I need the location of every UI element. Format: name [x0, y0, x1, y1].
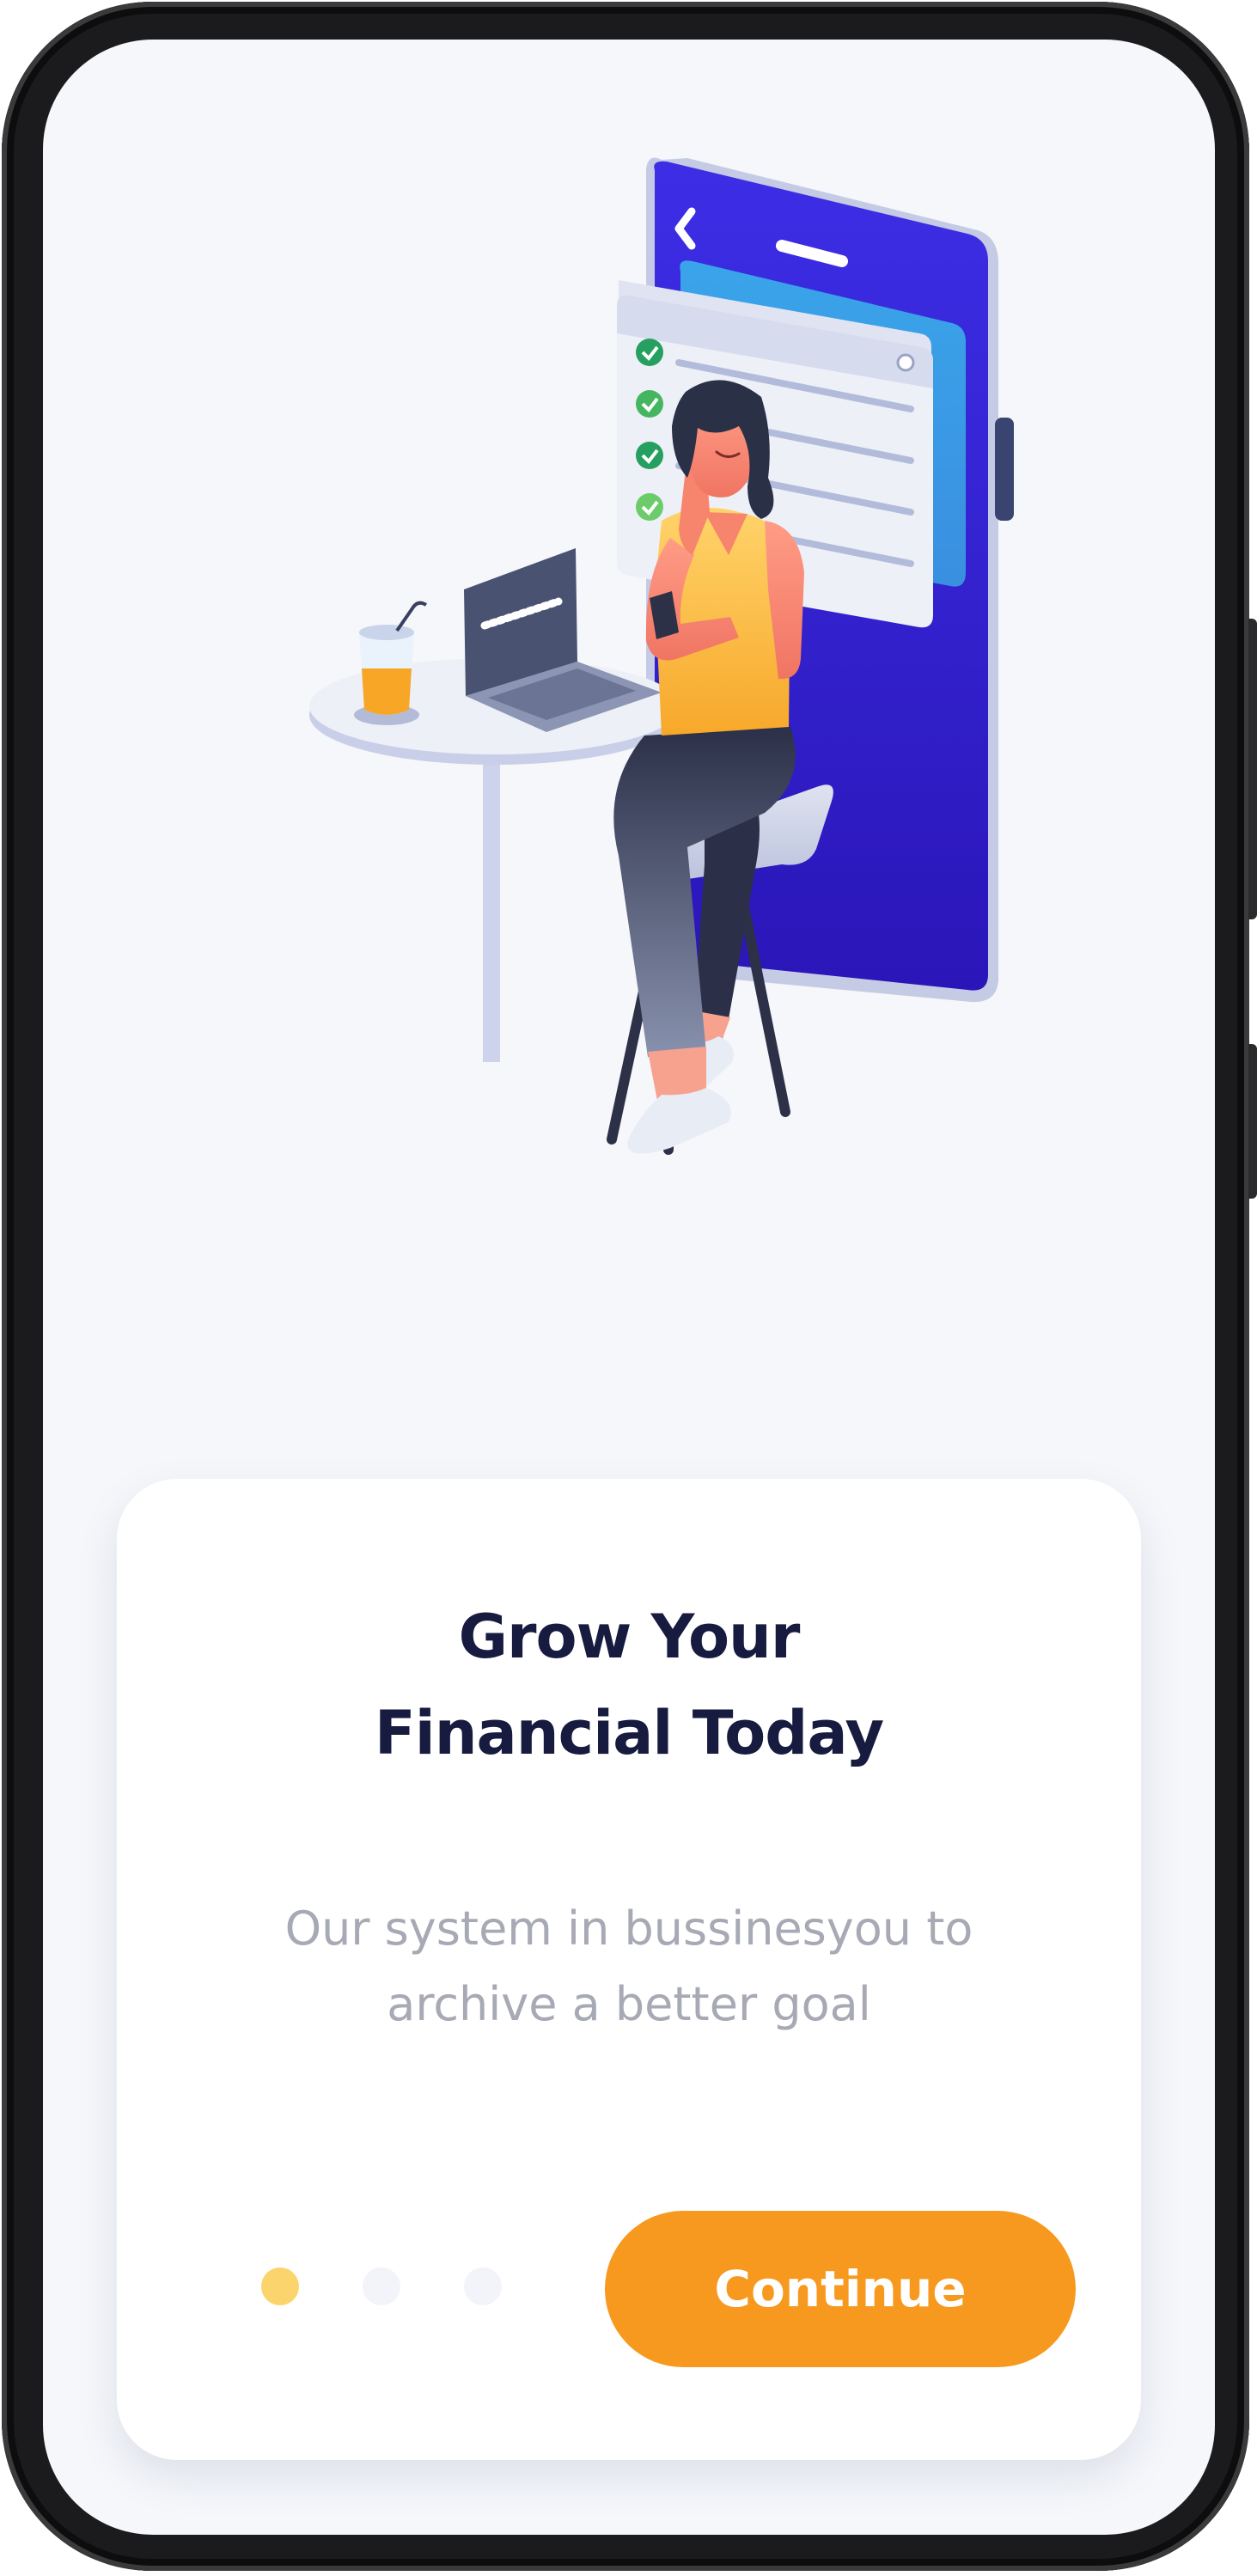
onboarding-screen: Grow Your Financial Today Our system in … — [43, 40, 1215, 2535]
onboarding-description-line: archive a better goal — [387, 1977, 871, 2031]
volume-button — [1248, 619, 1257, 919]
onboarding-card: Grow Your Financial Today Our system in … — [117, 1479, 1141, 2460]
onboarding-title-line: Grow Your — [458, 1602, 801, 1672]
onboarding-title-line: Financial Today — [374, 1698, 884, 1768]
onboarding-description: Our system in bussinesyou to archive a b… — [117, 1891, 1141, 2042]
onboarding-description-line: Our system in bussinesyou to — [284, 1901, 973, 1956]
phone-side-button — [995, 418, 1014, 521]
page-dot-3[interactable] — [464, 2268, 502, 2305]
page-dot-1[interactable] — [261, 2268, 299, 2305]
woman-using-phone-illustration — [309, 157, 1014, 1155]
check-circle-icon — [636, 493, 663, 521]
check-circle-icon — [636, 442, 663, 469]
power-button — [1248, 1044, 1257, 1199]
onboarding-title: Grow Your Financial Today — [117, 1589, 1141, 1781]
phone-device: Grow Your Financial Today Our system in … — [0, 0, 1257, 2576]
page-dot-2[interactable] — [363, 2268, 400, 2305]
check-circle-icon — [636, 339, 663, 366]
check-circle-icon — [636, 390, 663, 418]
continue-button[interactable]: Continue — [605, 2211, 1076, 2367]
